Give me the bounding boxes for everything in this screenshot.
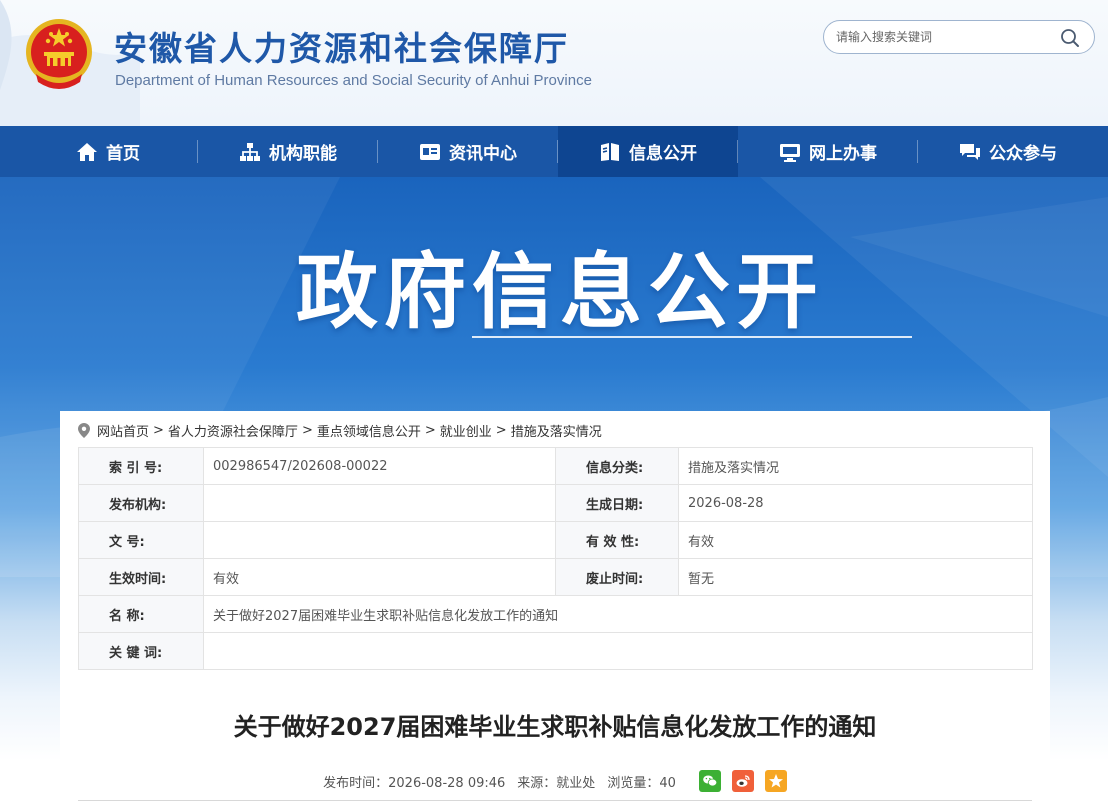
banner-underline [472, 336, 912, 338]
document-title: 关于做好2027届困难毕业生求职补贴信息化发放工作的通知 [233, 713, 877, 741]
content-card: 网站首页 > 省人力资源社会保障厅 > 重点领域信息公开 > 就业创业 > 措施… [60, 411, 1050, 812]
breadcrumb-current[interactable]: 措施及落实情况 [511, 421, 602, 440]
chat-icon [960, 143, 980, 160]
breadcrumb-separator: > [495, 422, 507, 438]
table-row: 关 键 词: [78, 632, 1033, 670]
nav-item-public-participation[interactable]: 公众参与 [918, 126, 1098, 177]
org-chart-icon [240, 142, 260, 161]
home-icon [77, 142, 97, 161]
nav-item-label: 机构职能 [269, 144, 337, 164]
breadcrumb-key-areas-link[interactable]: 重点领域信息公开 [317, 421, 421, 440]
category-value: 措施及落实情况 [678, 447, 1033, 485]
nav-item-home[interactable]: 首页 [18, 126, 198, 177]
table-row: 文 号: 有 效 性: 有效 [78, 521, 1033, 559]
table-row: 发布机构: 生成日期: 2026-08-28 [78, 484, 1033, 522]
breadcrumb-employment-link[interactable]: 就业创业 [440, 421, 492, 440]
document-info-bar: 发布时间：2026-08-28 09:46 来源：就业处 浏览量：40 [60, 770, 1050, 792]
nav-item-label: 信息公开 [629, 144, 697, 164]
share-qzone-button[interactable] [764, 770, 787, 792]
breadcrumb-department-link[interactable]: 省人力资源社会保障厅 [168, 421, 298, 440]
publisher-value [203, 484, 556, 522]
national-emblem-icon [26, 19, 92, 89]
source: 来源：就业处 [517, 775, 596, 791]
weibo-icon [736, 775, 750, 787]
effective-time-value: 有效 [203, 558, 556, 596]
book-icon [601, 142, 619, 161]
category-label: 信息分类: [555, 447, 679, 485]
table-row: 索 引 号: 002986547/202608-00022 信息分类: 措施及落… [78, 447, 1033, 485]
site-title-english: Department of Human Resources and Social… [115, 72, 592, 89]
news-icon [420, 143, 440, 160]
document-number-value [203, 521, 556, 559]
share-weibo-button[interactable] [731, 770, 754, 792]
document-number-label: 文 号: [78, 521, 204, 559]
table-row: 生效时间: 有效 废止时间: 暂无 [78, 558, 1033, 596]
site-header: 安徽省人力资源和社会保障厅 Department of Human Resour… [0, 0, 1108, 126]
name-value: 关于做好2027届困难毕业生求职补贴信息化发放工作的通知 [203, 595, 1033, 633]
publisher-label: 发布机构: [78, 484, 204, 522]
wechat-icon [703, 775, 718, 787]
nav-item-label: 公众参与 [989, 144, 1057, 164]
main-nav: 首页 机构职能 资讯中心 信息公开 网上办事 公众参与 [0, 126, 1108, 177]
nav-item-news[interactable]: 资讯中心 [378, 126, 558, 177]
nav-item-online-services[interactable]: 网上办事 [738, 126, 918, 177]
search-icon[interactable] [1060, 28, 1080, 48]
search-input[interactable] [836, 27, 1056, 47]
table-row: 名 称: 关于做好2027届困难毕业生求职补贴信息化发放工作的通知 [78, 595, 1033, 633]
generation-date-label: 生成日期: [555, 484, 679, 522]
share-wechat-button[interactable] [698, 770, 721, 792]
site-title-chinese: 安徽省人力资源和社会保障厅 [114, 29, 569, 68]
star-icon [768, 774, 783, 788]
nav-item-label: 网上办事 [809, 144, 877, 164]
effective-time-label: 生效时间: [78, 558, 204, 596]
document-meta-table: 索 引 号: 002986547/202608-00022 信息分类: 措施及落… [78, 447, 1033, 670]
expiry-time-label: 废止时间: [555, 558, 679, 596]
view-count: 浏览量：40 [607, 775, 676, 791]
monitor-icon [780, 143, 800, 162]
index-number-value: 002986547/202608-00022 [203, 447, 556, 485]
breadcrumb-separator: > [301, 422, 313, 438]
location-pin-icon [78, 422, 90, 438]
banner-title: 政府信息公开 [295, 245, 824, 340]
nav-item-organization[interactable]: 机构职能 [198, 126, 378, 177]
expiry-time-value: 暂无 [678, 558, 1033, 596]
nav-item-label: 资讯中心 [449, 144, 517, 164]
index-number-label: 索 引 号: [78, 447, 204, 485]
search-box [823, 20, 1095, 54]
nav-item-info-disclosure[interactable]: 信息公开 [558, 126, 738, 177]
name-label: 名 称: [78, 595, 204, 633]
nav-item-label: 首页 [106, 144, 140, 164]
document-divider [78, 800, 1032, 801]
publish-time: 发布时间：2026-08-28 09:46 [323, 775, 506, 791]
generation-date-value: 2026-08-28 [678, 484, 1033, 522]
keywords-value [203, 632, 1033, 670]
validity-label: 有 效 性: [555, 521, 679, 559]
breadcrumb-home-link[interactable]: 网站首页 [97, 421, 149, 440]
validity-value: 有效 [678, 521, 1033, 559]
keywords-label: 关 键 词: [78, 632, 204, 670]
breadcrumb: 网站首页 > 省人力资源社会保障厅 > 重点领域信息公开 > 就业创业 > 措施… [78, 420, 602, 440]
breadcrumb-separator: > [153, 422, 164, 438]
breadcrumb-separator: > [424, 422, 436, 438]
